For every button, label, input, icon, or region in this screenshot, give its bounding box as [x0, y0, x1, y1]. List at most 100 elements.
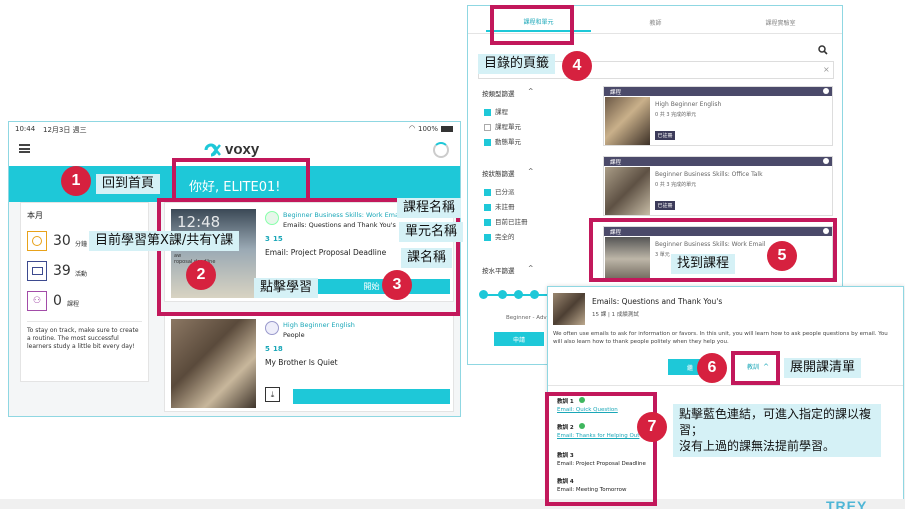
catalog-tag: 課程	[604, 157, 832, 166]
chevron-up-icon[interactable]: ^	[528, 264, 533, 272]
unit-title: Emails: Questions and Thank You's	[592, 297, 723, 306]
filter-status-enrolled[interactable]: 目前已註冊	[484, 216, 528, 226]
filter-status-title: 按狀態篩選	[482, 170, 515, 178]
checkbox-checked[interactable]	[484, 218, 491, 226]
filter-label: 目前已註冊	[495, 218, 528, 226]
unit-description: We often use emails to ask for informati…	[553, 331, 888, 345]
filter-label: 動態單元	[495, 138, 521, 146]
tab-teachers[interactable]: 教師	[608, 12, 703, 32]
card2-course-name[interactable]: High Beginner English	[283, 321, 355, 329]
annotation-badge-1: 1	[61, 166, 91, 196]
level-slider-dot[interactable]	[498, 290, 507, 299]
checkbox-unchecked[interactable]	[484, 123, 491, 131]
clock-icon	[27, 231, 47, 251]
catalog-thumbnail	[605, 167, 650, 215]
filter-status-unenrolled[interactable]: 未註冊	[484, 201, 515, 211]
catalog-thumbnail	[605, 97, 650, 145]
status-bar: 10:44 12月3日 週三 ◠ 100%	[9, 122, 460, 136]
progress-ring-icon[interactable]	[433, 142, 449, 158]
callout-lesson-name: 課名稱	[401, 248, 453, 268]
annotation-badge-6: 6	[697, 353, 727, 383]
callout-review-links: 點擊藍色連結，可進入指定的課以複習； 沒有上過的課無法提前學習。	[673, 404, 881, 457]
enrolled-button[interactable]: 已註冊	[655, 131, 675, 140]
annotation-badge-3: 3	[382, 270, 412, 300]
catalog-meta: 0 共 3 完成的單元	[655, 112, 697, 118]
catalog-item-2[interactable]: 課程 Beginner Business Skills: Office Talk…	[603, 156, 833, 216]
battery-icon	[441, 126, 453, 132]
checkbox-checked[interactable]	[484, 233, 491, 241]
callout-click-learn: 點擊學習	[254, 278, 319, 298]
annotation-badge-7: 7	[637, 412, 667, 442]
continue-label: 繼	[686, 364, 693, 372]
course-thumbnail[interactable]	[171, 319, 256, 408]
catalog-item-1[interactable]: 課程 High Beginner English 0 共 3 完成的單元 已註冊	[603, 86, 833, 146]
enrolled-button[interactable]: 已註冊	[655, 201, 675, 210]
clear-search-icon[interactable]: ×	[823, 65, 830, 74]
filter-label: 未註冊	[495, 203, 515, 211]
filter-label: 已分派	[495, 188, 515, 196]
highlight-greeting	[172, 158, 310, 202]
filter-type-title: 按類型篩選	[482, 90, 515, 98]
callout-home: 回到首頁	[96, 174, 161, 194]
catalog-name: High Beginner English	[655, 101, 722, 108]
course-card-next: High Beginner English People 5 18 My Bro…	[164, 312, 454, 412]
download-icon[interactable]: ⤓	[265, 387, 280, 402]
checkbox-checked[interactable]	[484, 188, 491, 196]
status-date: 12月3日 週三	[43, 126, 87, 134]
filter-level-title: 按水平篩選	[482, 267, 515, 275]
filter-type-dynamic-unit[interactable]: 動態單元	[484, 136, 521, 146]
status-time: 10:44	[15, 125, 36, 133]
tab-label: 教師	[649, 19, 662, 27]
activity-icon	[27, 261, 47, 281]
sidebar-divider	[27, 321, 142, 322]
highlight-lessons-toggle	[731, 351, 780, 385]
highlight-lesson-list	[545, 392, 657, 506]
callout-find-course: 找到課程	[671, 254, 736, 274]
voxy-logo: voxy	[225, 141, 260, 158]
unit-thumbnail	[553, 293, 585, 325]
badge-number: 7	[647, 418, 657, 435]
filter-label: 課程	[495, 108, 508, 116]
callout-expand-lessons: 展開課清單	[784, 358, 862, 378]
annotation-badge-4: 4	[562, 51, 592, 81]
sidebar-tip: To stay on track, make sure to create a …	[27, 327, 139, 351]
filter-type-course-unit[interactable]: 課程單元	[484, 121, 521, 131]
checkbox-checked[interactable]	[484, 108, 491, 116]
course-badge-icon	[265, 321, 279, 335]
menu-icon[interactable]	[19, 144, 30, 153]
filter-type-course[interactable]: 課程	[484, 106, 508, 116]
filter-status-assigned[interactable]: 已分派	[484, 186, 515, 196]
badge-number: 4	[572, 57, 582, 74]
apply-button[interactable]: 申請	[494, 332, 544, 346]
chevron-up-icon[interactable]: ^	[528, 167, 533, 175]
callout-unit-name: 單元名稱	[399, 222, 464, 242]
checkbox-checked[interactable]	[484, 203, 491, 211]
annotation-badge-5: 5	[767, 241, 797, 271]
catalog-tag: 課程	[604, 87, 832, 96]
filter-label: 完全的	[495, 233, 515, 241]
chevron-up-icon[interactable]: ^	[528, 87, 533, 95]
stat-minutes-label: 分鐘	[75, 241, 88, 248]
badge-number: 3	[392, 276, 402, 293]
catalog-tag-label: 課程	[610, 159, 622, 166]
sidebar-title: 本月	[27, 211, 43, 220]
level-slider-dot[interactable]	[514, 290, 523, 299]
info-icon[interactable]	[823, 158, 829, 164]
level-slider-dot[interactable]	[479, 290, 488, 299]
enrolled-label: 已註冊	[657, 133, 673, 139]
popup-divider	[548, 385, 903, 386]
filter-status-complete[interactable]: 完全的	[484, 231, 515, 241]
checkbox-checked[interactable]	[484, 138, 491, 146]
card2-action-button[interactable]	[293, 389, 450, 404]
search-icon[interactable]	[818, 40, 828, 55]
unit-meta: 15 課 | 1 成績測試	[592, 312, 639, 318]
card2-lesson-name: My Brother Is Quiet	[265, 358, 338, 367]
tab-course-lab[interactable]: 課程實驗室	[728, 12, 833, 32]
footer-logo: TREY	[826, 498, 868, 509]
catalog-tag-label: 課程	[610, 89, 622, 96]
level-slider-dot[interactable]	[530, 290, 539, 299]
wifi-icon: ◠	[409, 124, 416, 132]
info-icon[interactable]	[823, 88, 829, 94]
level-caption: Beginner - Adv	[506, 315, 547, 321]
stat-activities-label: 活動	[75, 271, 88, 278]
